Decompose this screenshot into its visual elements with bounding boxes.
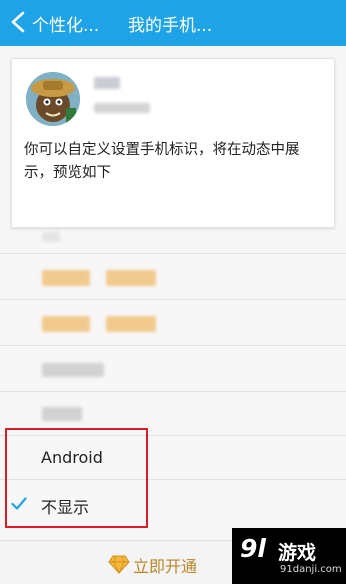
blurred-text (42, 407, 82, 421)
blurred-timestamp (94, 103, 150, 113)
back-button-label[interactable]: 个性化... (32, 11, 99, 36)
watermark-logo: 9l (240, 534, 266, 563)
open-vip-button[interactable]: 立即开通 (133, 553, 197, 577)
preview-card: 你可以自定义设置手机标识，将在动态中展示，预览如下 (11, 58, 335, 228)
page-title: 我的手机... (128, 16, 213, 36)
blurred-text (106, 270, 156, 286)
watermark-site: 91danji.com (280, 564, 342, 575)
blurred-text (42, 232, 60, 242)
site-watermark: 9l 游戏 91danji.com (232, 528, 346, 584)
watermark-text: 游戏 (278, 542, 317, 564)
title-bar: 个性化... 我的手机... (0, 0, 346, 46)
avatar (26, 72, 80, 126)
list-item[interactable] (0, 348, 346, 392)
blurred-text (42, 316, 90, 332)
list-item[interactable] (0, 256, 346, 300)
highlight-box (5, 428, 148, 528)
avatar-image (26, 72, 80, 126)
blurred-text (106, 316, 156, 332)
blurred-username (94, 77, 120, 89)
preview-description: 你可以自定义设置手机标识，将在动态中展示，预览如下 (24, 142, 300, 181)
back-arrow-icon[interactable] (8, 10, 30, 34)
diamond-icon (108, 555, 130, 574)
blurred-text (42, 363, 104, 377)
list-item[interactable] (0, 302, 346, 346)
blurred-text (42, 270, 90, 286)
